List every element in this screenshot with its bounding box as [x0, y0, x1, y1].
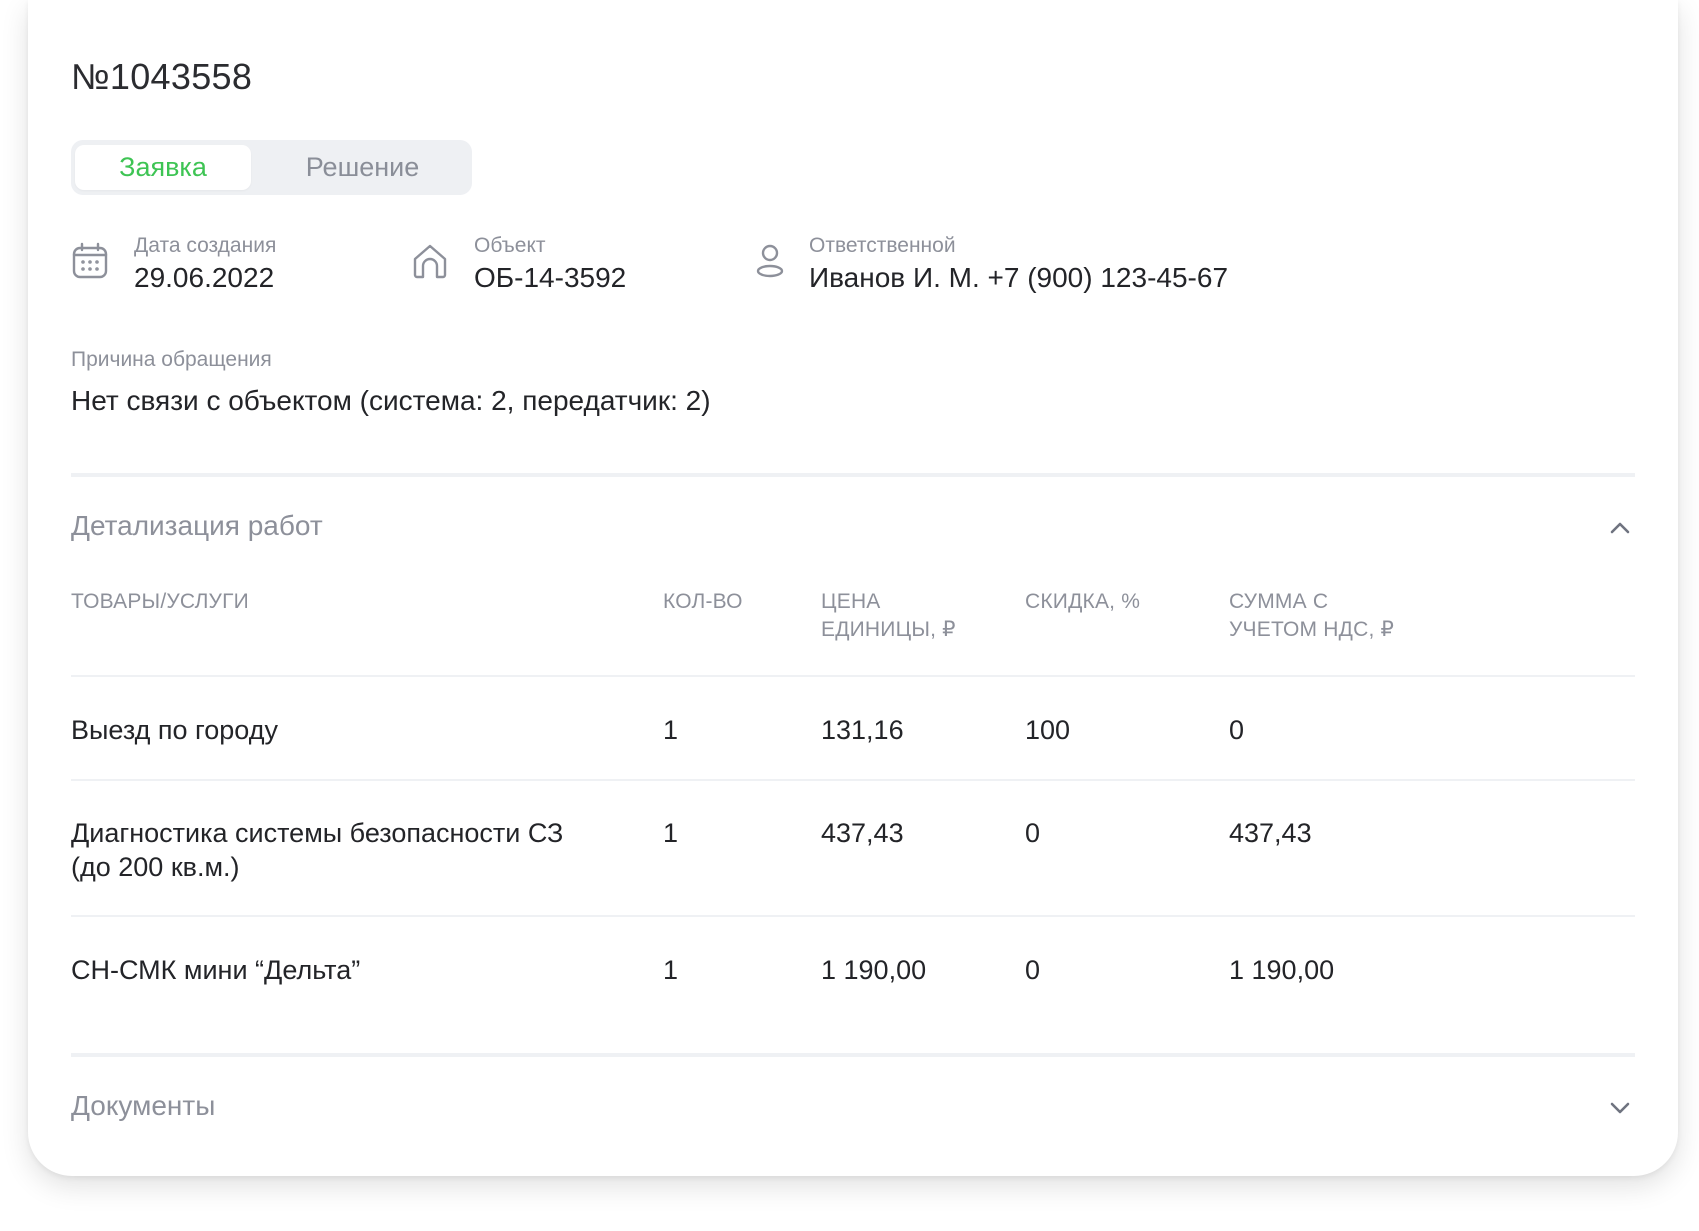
- row-discount: 100: [1025, 715, 1071, 745]
- row-price: 437,43: [821, 818, 904, 848]
- column-header-qty: КОЛ-ВО: [663, 590, 743, 613]
- chevron-up-icon[interactable]: [1605, 513, 1635, 543]
- view-tabs: Заявка Решение: [71, 140, 472, 195]
- meta-object: Объект ОБ-14-3592: [411, 234, 711, 298]
- divider: [71, 1053, 1635, 1057]
- person-icon: [751, 242, 789, 280]
- responsible-label: Ответственной: [809, 234, 956, 257]
- reason-label: Причина обращения: [71, 348, 272, 371]
- created-label: Дата создания: [134, 234, 277, 257]
- row-total: 0: [1229, 715, 1245, 745]
- column-header-item: ТОВАРЫ/УСЛУГИ: [71, 590, 249, 613]
- tab-request[interactable]: Заявка: [75, 145, 251, 190]
- object-value: ОБ-14-3592: [474, 262, 627, 293]
- meta-responsible: Ответственной Иванов И. М. +7 (900) 123-…: [751, 234, 1311, 298]
- created-value: 29.06.2022: [134, 262, 275, 293]
- row-qty: 1: [663, 715, 679, 745]
- row-item-line1: Диагностика системы безопасности СЗ: [71, 818, 564, 848]
- row-discount: 0: [1025, 955, 1041, 985]
- column-header-price-line2: ЕДИНИЦЫ, ₽: [821, 618, 956, 641]
- row-price: 1 190,00: [821, 955, 927, 985]
- row-total: 437,43: [1229, 818, 1312, 848]
- meta-created: Дата создания 29.06.2022: [71, 234, 371, 298]
- column-header-discount: СКИДКА, %: [1025, 590, 1141, 613]
- documents-section-title[interactable]: Документы: [71, 1090, 215, 1122]
- reason-value: Нет связи с объектом (система: 2, переда…: [71, 385, 711, 416]
- column-header-price-line1: ЦЕНА: [821, 590, 881, 613]
- column-header-price: ЦЕНА ЕДИНИЦЫ, ₽: [821, 588, 956, 644]
- row-discount: 0: [1025, 818, 1041, 848]
- house-icon: [411, 242, 449, 280]
- table-row-divider: [71, 915, 1635, 917]
- tab-solution[interactable]: Решение: [257, 145, 468, 190]
- row-item: Диагностика системы безопасности СЗ (до …: [71, 816, 563, 884]
- row-total: 1 190,00: [1229, 955, 1335, 985]
- row-price: 131,16: [821, 715, 904, 745]
- works-section-title[interactable]: Детализация работ: [71, 510, 323, 542]
- row-item: Выезд по городу: [71, 715, 278, 745]
- row-qty: 1: [663, 955, 679, 985]
- row-qty: 1: [663, 818, 679, 848]
- divider: [71, 473, 1635, 477]
- row-item-line2: (до 200 кв.м.): [71, 852, 240, 882]
- request-number: №1043558: [71, 56, 253, 97]
- chevron-down-icon[interactable]: [1605, 1093, 1635, 1123]
- responsible-value: Иванов И. М. +7 (900) 123-45-67: [809, 262, 1229, 293]
- object-label: Объект: [474, 234, 546, 257]
- column-header-total-line2: УЧЕТОМ НДС, ₽: [1229, 618, 1395, 641]
- column-header-total-line1: СУММА С: [1229, 590, 1329, 613]
- table-row-divider: [71, 675, 1635, 677]
- calendar-icon: [71, 242, 109, 280]
- row-item: СН-СМК мини “Дельта”: [71, 955, 361, 985]
- column-header-total: СУММА С УЧЕТОМ НДС, ₽: [1229, 588, 1394, 644]
- request-card: №1043558 Заявка Решение Дата создания 29…: [28, 0, 1678, 1176]
- table-row-divider: [71, 779, 1635, 781]
